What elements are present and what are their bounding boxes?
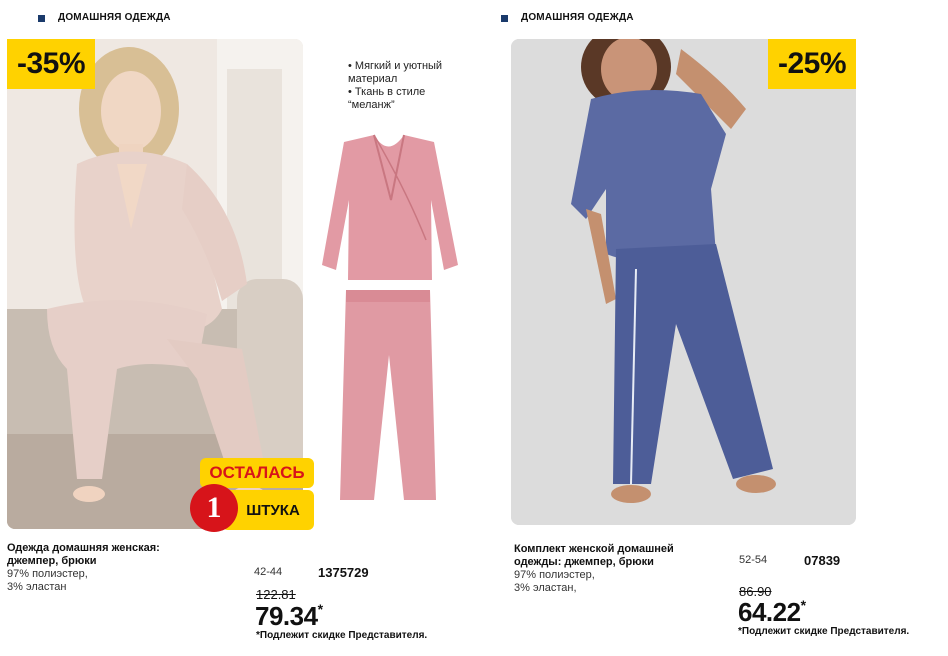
composition-line: 97% полиэстер, bbox=[7, 568, 88, 580]
product-description: Одежда домашняя женская: джемпер, брюки … bbox=[7, 542, 207, 594]
current-price: 79.34 bbox=[255, 601, 318, 631]
features-list: • Мягкий и уютный материал • Ткань в сти… bbox=[348, 60, 468, 112]
discount-badge: -25% bbox=[768, 39, 856, 89]
old-price: 122.81 bbox=[256, 587, 296, 602]
discount-note: *Подлежит скидке Представителя. bbox=[256, 630, 428, 641]
size-range: 52-54 bbox=[739, 554, 768, 566]
section-title: ДОМАШНЯЯ ОДЕЖДА bbox=[58, 12, 171, 23]
discount-badge: -35% bbox=[7, 39, 95, 89]
price-block: 79.34* bbox=[255, 601, 323, 632]
stock-sticker: ОСТАЛАСЬ ШТУКА 1 bbox=[190, 458, 316, 534]
section-title: ДОМАШНЯЯ ОДЕЖДА bbox=[521, 12, 634, 23]
section-bullet-icon bbox=[38, 15, 45, 22]
price-asterisk: * bbox=[317, 601, 324, 617]
product-photo bbox=[7, 39, 303, 529]
feature-item: • Ткань в стиле “меланж” bbox=[348, 86, 426, 111]
size-range: 42-44 bbox=[254, 566, 283, 578]
section-bullet-icon bbox=[501, 15, 508, 22]
composition-line: 97% полиэстер, bbox=[514, 569, 595, 581]
product-name: Комплект женской домашней одежды: джемпе… bbox=[514, 543, 674, 568]
feature-item: • Мягкий и уютный материал bbox=[348, 60, 443, 85]
discount-note: *Подлежит скидке Представителя. bbox=[738, 626, 910, 637]
price-block: 64.22* bbox=[738, 597, 806, 628]
composition-line: 3% эластан, bbox=[514, 582, 577, 594]
composition-line: 3% эластан bbox=[7, 581, 67, 593]
product-code: 07839 bbox=[804, 553, 841, 568]
sticker-count: 1 bbox=[190, 484, 238, 532]
product-description: Комплект женской домашней одежды: джемпе… bbox=[514, 543, 724, 595]
product-code: 1375729 bbox=[318, 565, 369, 580]
current-price: 64.22 bbox=[738, 597, 801, 627]
price-asterisk: * bbox=[800, 597, 807, 613]
flatlay-garments bbox=[316, 130, 461, 505]
product-name: Одежда домашняя женская: джемпер, брюки bbox=[7, 542, 160, 567]
product-photo bbox=[511, 39, 856, 525]
